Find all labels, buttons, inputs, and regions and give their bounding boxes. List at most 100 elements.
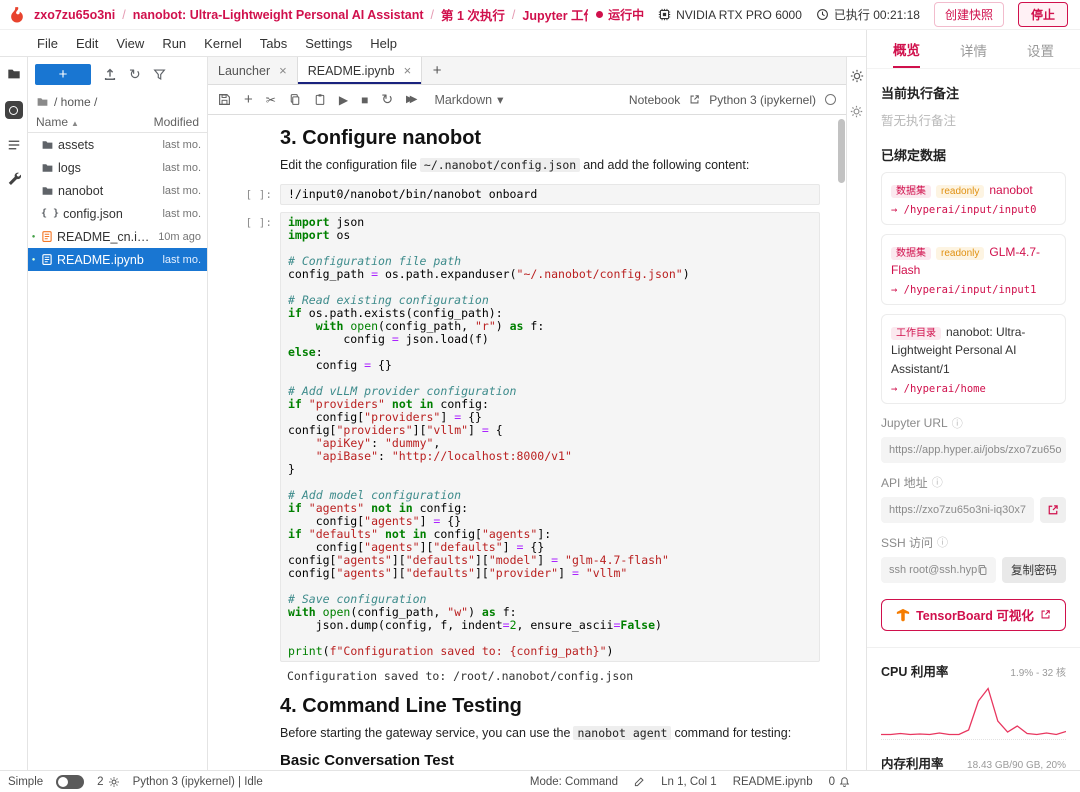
kernel-name[interactable]: Python 3 (ipykernel) (709, 93, 816, 107)
status-badge: 运行中 (596, 6, 644, 23)
markdown-cell[interactable]: 4. Command Line Testing Before starting … (216, 695, 820, 769)
kernel-status-icon[interactable] (825, 94, 836, 105)
insert-cell-icon[interactable]: + (244, 91, 253, 108)
info-icon[interactable]: ⓘ (937, 534, 948, 550)
new-launcher-button[interactable]: + (35, 64, 91, 85)
copy-password-button[interactable]: 复制密码 (1002, 557, 1066, 583)
gpu-name: NVIDIA RTX PRO 6000 (676, 8, 802, 22)
info-icon[interactable]: ⓘ (932, 474, 943, 490)
code-editor[interactable]: !/input0/nanobot/bin/nanobot onboard (280, 184, 820, 205)
close-icon[interactable]: × (279, 63, 287, 78)
api-address-field[interactable]: https://zxo7zu65o3ni-iq30x7 (881, 497, 1034, 523)
menu-tabs[interactable]: Tabs (251, 36, 296, 51)
restart-run-all-icon[interactable]: ▶▶ (406, 94, 417, 105)
new-tab-button[interactable]: + (422, 57, 452, 84)
right-panel-tabs: 概览 详情 设置 (867, 30, 1080, 69)
menu-run[interactable]: Run (153, 36, 195, 51)
kernel-status-label[interactable]: Python 3 (ipykernel) | Idle (133, 776, 263, 788)
menu-view[interactable]: View (107, 36, 153, 51)
breadcrumb-item[interactable]: Jupyter 工作空间 (522, 5, 588, 24)
upload-icon[interactable] (103, 67, 117, 81)
cell-output: Configuration saved to: /root/.nanobot/c… (216, 669, 846, 683)
paste-cells-icon[interactable] (314, 93, 326, 106)
create-snapshot-button[interactable]: 创建快照 (934, 2, 1004, 27)
stop-job-button[interactable]: 停止 (1018, 2, 1068, 27)
breadcrumb-separator: / (512, 8, 515, 22)
panel-tab-详情[interactable]: 详情 (960, 31, 987, 67)
filter-icon[interactable] (153, 68, 166, 81)
file-row-nanobot[interactable]: nanobotlast mo. (28, 179, 207, 202)
tab-launcher[interactable]: Launcher × (208, 57, 298, 84)
card-type-badge: 数据集 (891, 185, 931, 198)
close-icon[interactable]: × (404, 63, 412, 78)
markdown-cell[interactable]: 3. Configure nanobot Edit the configurat… (216, 127, 820, 172)
run-cell-icon[interactable]: ▶ (339, 93, 348, 107)
breadcrumb-item[interactable]: 第 1 次执行 (441, 5, 505, 24)
running-kernels-icon[interactable] (5, 101, 23, 119)
bell-icon[interactable] (839, 776, 850, 788)
column-name[interactable]: Name▲ (36, 115, 154, 129)
edit-mode-icon[interactable] (634, 776, 645, 787)
file-row-logs[interactable]: logslast mo. (28, 156, 207, 179)
document-mode-label: Notebook (629, 93, 680, 107)
breadcrumb-separator: / (122, 8, 125, 22)
job-panel: 概览详情设置 当前执行备注 暂无执行备注 已绑定数据 数据集readonlyna… (866, 30, 1080, 770)
file-breadcrumb[interactable]: / home / (28, 91, 207, 113)
column-modified[interactable]: Modified (154, 115, 199, 129)
panel-tab-设置[interactable]: 设置 (1027, 31, 1054, 67)
tab-readme-notebook[interactable]: README.ipynb × (298, 57, 422, 84)
json-icon: { } (41, 208, 59, 219)
tensorboard-button[interactable]: TensorBoard 可视化 (881, 599, 1066, 631)
external-link-icon[interactable] (689, 94, 700, 105)
cell-type-dropdown[interactable]: Markdown ▾ (430, 90, 507, 109)
bound-data-card[interactable]: 数据集readonlynanobot→ /hyperai/input/input… (881, 172, 1066, 225)
bound-data-card[interactable]: 数据集readonlyGLM-4.7-Flash→ /hyperai/input… (881, 234, 1066, 305)
extensions-icon[interactable] (7, 171, 21, 185)
restart-kernel-icon[interactable]: ↻ (381, 91, 393, 108)
terminal-sessions-icon[interactable] (108, 776, 120, 788)
file-row-README.ipynb[interactable]: ●README.ipynblast mo. (28, 248, 207, 271)
bound-data-card[interactable]: 工作目录nanobot: Ultra-Lightweight Personal … (881, 314, 1066, 404)
interrupt-kernel-icon[interactable]: ■ (361, 93, 368, 107)
code-cell-config[interactable]: [ ]: import jsonimport os # Configuratio… (216, 212, 846, 662)
menu-file[interactable]: File (28, 36, 67, 51)
panel-tab-概览[interactable]: 概览 (893, 30, 920, 68)
subsection-heading: Basic Conversation Test (280, 752, 820, 769)
file-list-header[interactable]: Name▲ Modified (28, 113, 207, 133)
save-icon[interactable] (218, 93, 231, 106)
file-row-config.json[interactable]: { }config.jsonlast mo. (28, 202, 207, 225)
simple-mode-toggle[interactable] (56, 775, 84, 789)
copy-cells-icon[interactable] (289, 93, 301, 106)
code-cell-onboard[interactable]: [ ]: !/input0/nanobot/bin/nanobot onboar… (216, 184, 846, 205)
sessions-count: 2 (97, 776, 103, 788)
document-area: Launcher × README.ipynb × + + ✂ (208, 57, 846, 770)
menu-settings[interactable]: Settings (296, 36, 361, 51)
scrollbar-thumb[interactable] (838, 119, 845, 183)
jupyter-url-field[interactable]: https://app.hyper.ai/jobs/zxo7zu65o (881, 437, 1066, 463)
menu-edit[interactable]: Edit (67, 36, 107, 51)
cut-cells-icon[interactable]: ✂ (266, 93, 276, 107)
hyperai-logo-icon[interactable] (8, 6, 26, 24)
property-inspector-gear-icon[interactable] (850, 69, 864, 83)
notebook-toolbar-right: Notebook Python 3 (ipykernel) (629, 93, 836, 107)
file-list: assetslast mo.logslast mo.nanobotlast mo… (28, 133, 207, 271)
breadcrumb-item[interactable]: zxo7zu65o3ni (34, 8, 115, 22)
ssh-command-field[interactable]: ssh root@ssh.hyper (881, 557, 996, 583)
file-row-assets[interactable]: assetslast mo. (28, 133, 207, 156)
file-row-README_cn.ipynb[interactable]: ●README_cn.ipynb10m ago (28, 225, 207, 248)
breadcrumb-item[interactable]: nanobot: Ultra-Lightweight Personal AI A… (133, 8, 424, 22)
readonly-badge: readonly (936, 185, 984, 198)
refresh-icon[interactable]: ↻ (129, 66, 141, 83)
table-of-contents-icon[interactable] (7, 139, 21, 151)
menu-help[interactable]: Help (361, 36, 406, 51)
info-icon[interactable]: ⓘ (952, 415, 963, 431)
file-browser-icon[interactable] (6, 67, 22, 81)
code-editor[interactable]: import jsonimport os # Configuration fil… (280, 212, 820, 662)
notebook-content[interactable]: 3. Configure nanobot Edit the configurat… (208, 115, 846, 770)
copy-icon[interactable] (977, 564, 988, 576)
debugger-gear-icon[interactable] (850, 105, 863, 118)
open-api-button[interactable] (1040, 497, 1066, 523)
menu-kernel[interactable]: Kernel (195, 36, 251, 51)
clock-icon (816, 8, 829, 21)
cursor-position[interactable]: Ln 1, Col 1 (661, 776, 717, 788)
